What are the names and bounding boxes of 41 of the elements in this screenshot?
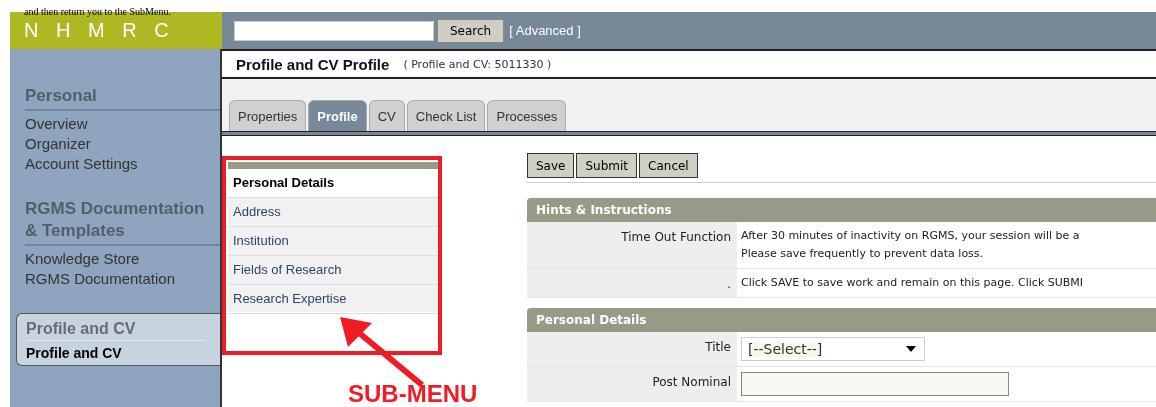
sidebar-link[interactable]: Organizer (25, 134, 220, 154)
tab[interactable]: Profile (308, 100, 367, 131)
page-title: Profile and CV Profile (236, 55, 390, 73)
row-label: . (727, 277, 731, 291)
sidebar-link[interactable]: Knowledge Store (25, 249, 220, 269)
field-label: Post Nominal (652, 375, 731, 389)
sidebar-link[interactable]: Account Settings (25, 154, 220, 174)
sidebar-link[interactable]: Profile and CV (26, 341, 220, 361)
row-label: Time Out Function (621, 230, 731, 244)
field-label: Title (705, 340, 731, 354)
hint-text: Click SAVE to save work and remain on this page. Click SUBMI (741, 275, 1085, 291)
form-button[interactable]: Submit (576, 153, 638, 178)
tab[interactable]: Check List (406, 100, 486, 131)
form-button[interactable]: Save (527, 153, 575, 178)
section-header: Personal Details (527, 308, 1156, 332)
page-subtitle: ( Profile and CV: 5011330 ) (403, 57, 552, 71)
sidebar-heading: RGMS Documentation & Templates (25, 198, 220, 246)
sidebar-heading: Profile and CV (26, 320, 206, 341)
submenu-item[interactable]: Personal Details (228, 169, 438, 198)
tab[interactable]: CV (368, 100, 405, 131)
section-header: Hints & Instructions (527, 198, 1156, 222)
submenu-item[interactable]: Address (228, 198, 438, 227)
tab[interactable]: Processes (487, 100, 567, 131)
sidebar-link[interactable]: Overview (25, 114, 220, 134)
hint-text: After 30 minutes of inactivity on RGMS, your session will be a (741, 228, 1081, 244)
hint-text: Please save frequently to prevent data loss. (741, 246, 985, 262)
search-field[interactable] (234, 20, 434, 41)
logo: N H M R C (24, 19, 169, 42)
search-button[interactable]: Search (437, 18, 505, 43)
submenu-item[interactable]: Institution (228, 227, 438, 256)
sidebar-heading: Personal (25, 85, 220, 111)
title-dropdown[interactable]: [--Select--] (741, 337, 925, 361)
annotation-label: SUB-MENU (348, 380, 478, 407)
sidebar-link[interactable]: RGMS Documentation (25, 269, 220, 289)
submenu-item[interactable]: Research Expertise (228, 285, 438, 314)
advanced-link[interactable]: [ Advanced ] (509, 23, 581, 38)
submenu-item[interactable]: Fields of Research (228, 256, 438, 285)
dropdown-caret-icon (906, 346, 916, 352)
input-field[interactable] (741, 372, 1009, 396)
tab[interactable]: Properties (229, 100, 307, 131)
form-button[interactable]: Cancel (639, 153, 698, 178)
